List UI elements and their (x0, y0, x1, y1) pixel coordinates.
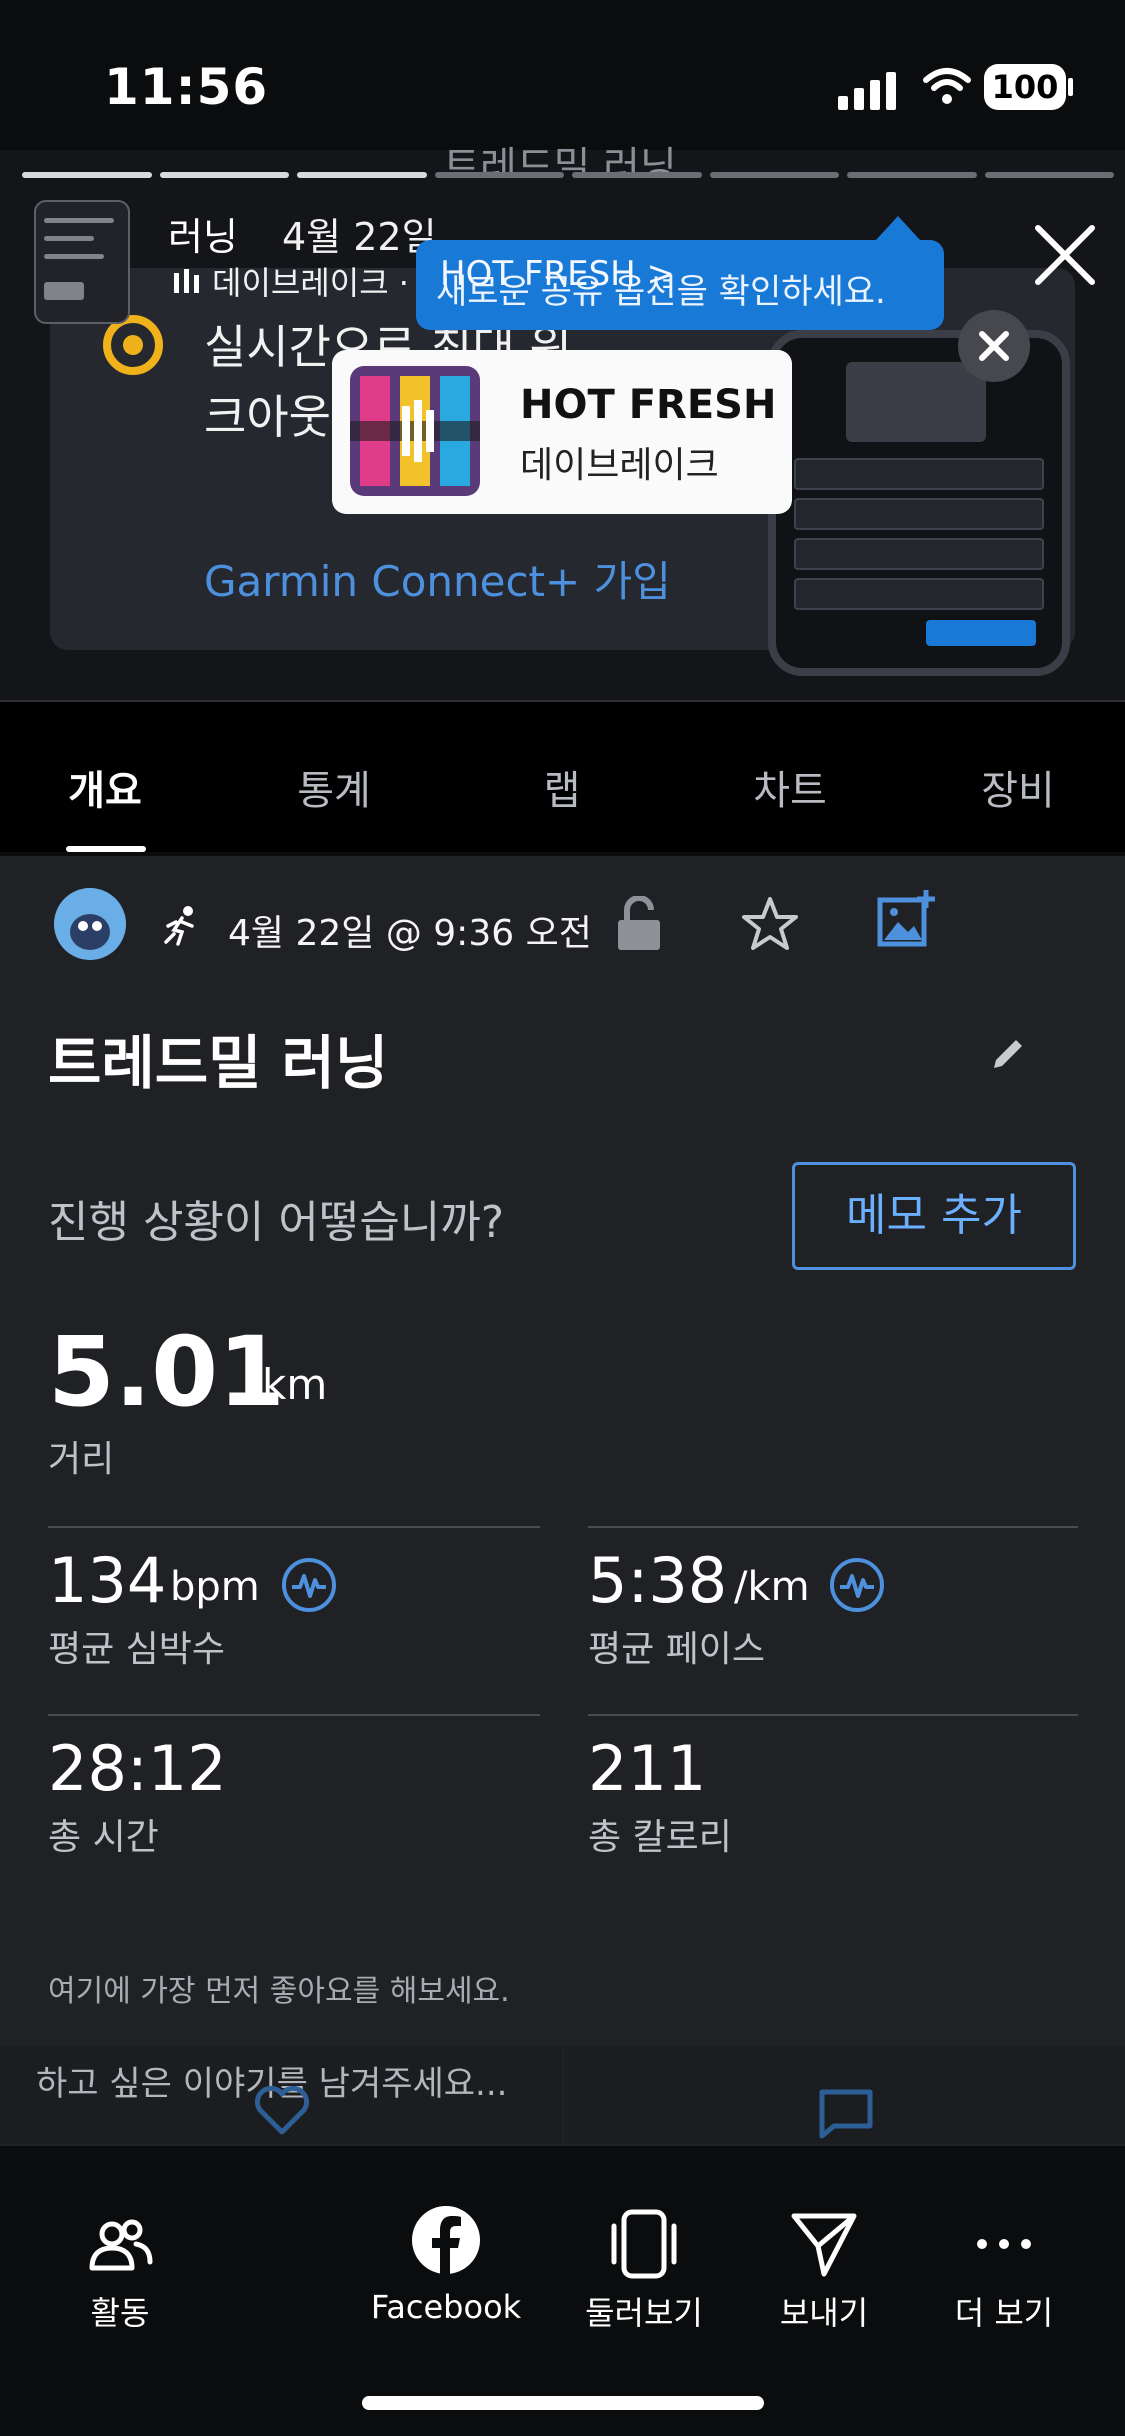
avg-heart-rate-value: 134 (48, 1544, 167, 1617)
close-icon (979, 331, 1009, 361)
tab-gear[interactable]: 장비 (981, 758, 1055, 816)
story-date: 4월 22일 (282, 215, 437, 259)
nav-label-more[interactable]: 더 보기 (955, 2288, 1054, 2334)
total-calories-value: 211 (588, 1732, 707, 1805)
more-icon[interactable] (968, 2208, 1040, 2280)
ghost-header-title: 트레드밀 러닝 (443, 144, 677, 174)
total-time-label: 총 시간 (48, 1817, 159, 1858)
story-progress-bar (22, 172, 1114, 178)
comment-icon[interactable] (818, 2088, 874, 2140)
album-art (350, 366, 480, 496)
active-tab-indicator (66, 846, 146, 852)
star-icon[interactable] (740, 894, 800, 954)
battery-indicator: 100 (984, 64, 1066, 110)
nav-label-send[interactable]: 보내기 (780, 2288, 868, 2334)
divider (48, 1526, 540, 1528)
total-time-value: 28:12 (48, 1732, 227, 1805)
nav-label-activity[interactable]: 활동 (91, 2288, 150, 2334)
tab-laps[interactable]: 랩 (544, 758, 581, 816)
bottom-share-bar: 활동 Facebook 둘러보기 보내기 더 보기 (0, 2146, 1125, 2436)
heart-rate-graph-icon[interactable] (280, 1556, 338, 1614)
avg-pace-value: 5:38 (588, 1544, 728, 1617)
add-photo-icon[interactable] (876, 888, 938, 950)
distance-label: 거리 (48, 1439, 115, 1480)
phone-icon[interactable] (608, 2208, 680, 2280)
total-calories-label: 총 칼로리 (588, 1817, 732, 1858)
unlock-icon[interactable] (614, 896, 664, 952)
avg-heart-rate-unit: bpm (170, 1564, 260, 1610)
divider (588, 1526, 1078, 1528)
tab-bar: 개요 통계 랩 차트 장비 (0, 702, 1125, 852)
facebook-icon[interactable] (410, 2204, 482, 2276)
progress-question: 진행 상황이 어떻습니까? (48, 1197, 505, 1248)
music-artist: 데이브레이크 (520, 445, 719, 486)
tab-stats[interactable]: 통계 (297, 758, 371, 816)
tooltip-arrow (876, 216, 920, 240)
status-time: 11:56 (104, 58, 269, 116)
home-indicator (362, 2396, 764, 2410)
music-title: HOT FRESH (520, 382, 777, 428)
add-memo-button[interactable]: 메모 추가 (792, 1162, 1076, 1270)
activity-datetime: 4월 22일 @ 9:36 오전 (228, 913, 592, 954)
avg-pace-unit: /km (734, 1564, 810, 1610)
activity-title: 트레드밀 러닝 (48, 1029, 389, 1097)
divider (48, 1714, 540, 1716)
wifi-icon (923, 68, 971, 104)
edit-pencil-icon[interactable] (988, 1034, 1028, 1074)
garmin-connect-plus-link[interactable]: Garmin Connect+ 가입 (204, 548, 671, 609)
like-prompt: 여기에 가장 먼저 좋아요를 해보세요. (48, 1974, 510, 2009)
running-icon (164, 906, 194, 946)
distance-value: 5.01 (48, 1316, 285, 1428)
cellular-signal-icon (838, 72, 900, 110)
avatar[interactable] (54, 888, 126, 960)
heart-icon[interactable] (252, 2084, 312, 2136)
avg-pace-label: 평균 페이스 (588, 1629, 766, 1670)
story-thumbnail[interactable] (34, 200, 130, 324)
tooltip-overlay-text: HOT FRESH > (440, 254, 676, 294)
close-icon[interactable] (1030, 220, 1100, 290)
divider (588, 1714, 1078, 1716)
pace-graph-icon[interactable] (828, 1556, 886, 1614)
audio-bars-icon (174, 269, 199, 293)
story-title: 러닝 (168, 215, 238, 259)
nav-label-browse[interactable]: 둘러보기 (585, 2288, 703, 2334)
battery-cap (1068, 78, 1073, 96)
close-sticker-button[interactable] (958, 310, 1030, 382)
avg-heart-rate-label: 평균 심박수 (48, 1629, 226, 1670)
nav-label-facebook[interactable]: Facebook (371, 2288, 521, 2326)
tab-overview[interactable]: 개요 (68, 758, 142, 816)
tab-charts[interactable]: 차트 (753, 758, 827, 816)
people-icon[interactable] (84, 2210, 156, 2282)
send-icon[interactable] (788, 2208, 860, 2280)
distance-unit: km (262, 1360, 328, 1409)
